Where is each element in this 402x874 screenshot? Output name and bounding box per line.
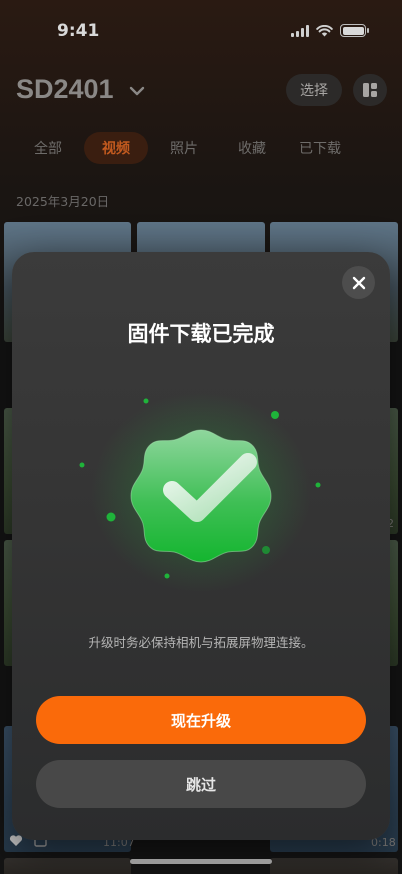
media-thumbnail[interactable] xyxy=(4,858,131,874)
media-thumbnail[interactable] xyxy=(270,858,398,874)
skip-button[interactable]: 跳过 xyxy=(36,760,366,808)
check-badge-icon xyxy=(79,392,321,592)
dialog-title: 固件下载已完成 xyxy=(127,322,275,346)
status-time: 9:41 xyxy=(57,21,100,41)
close-button[interactable] xyxy=(342,266,375,299)
upgrade-now-button[interactable]: 现在升级 xyxy=(36,696,366,744)
gallery-date-heading: 2025年3月20日 xyxy=(16,194,110,209)
layout-toggle-button[interactable] xyxy=(353,74,387,106)
filter-tabs: 全部 视频 照片 收藏 已下载 xyxy=(16,132,356,164)
chevron-down-icon[interactable] xyxy=(128,82,146,100)
select-button[interactable]: 选择 xyxy=(286,74,342,106)
tab-photos[interactable]: 照片 xyxy=(152,132,216,164)
tab-favorites[interactable]: 收藏 xyxy=(220,132,284,164)
device-name-title[interactable]: SD2401 xyxy=(16,74,114,105)
tab-all[interactable]: 全部 xyxy=(16,132,80,164)
dialog-description: 升级时务必保持相机与拓展屏物理连接。 xyxy=(88,635,314,650)
system-status-icons xyxy=(291,24,369,37)
layout-grid-icon xyxy=(363,83,377,97)
tab-downloaded[interactable]: 已下载 xyxy=(284,132,356,164)
wifi-icon xyxy=(316,24,333,36)
tab-videos[interactable]: 视频 xyxy=(84,132,148,164)
firmware-download-complete-dialog: 固件下载已完成 升级时务必保持相机与拓展屏物理连接。 现在升级 跳过 xyxy=(12,252,390,840)
close-icon xyxy=(352,276,365,289)
home-indicator[interactable] xyxy=(130,859,272,864)
battery-icon xyxy=(340,24,369,37)
cellular-signal-icon xyxy=(291,24,309,37)
